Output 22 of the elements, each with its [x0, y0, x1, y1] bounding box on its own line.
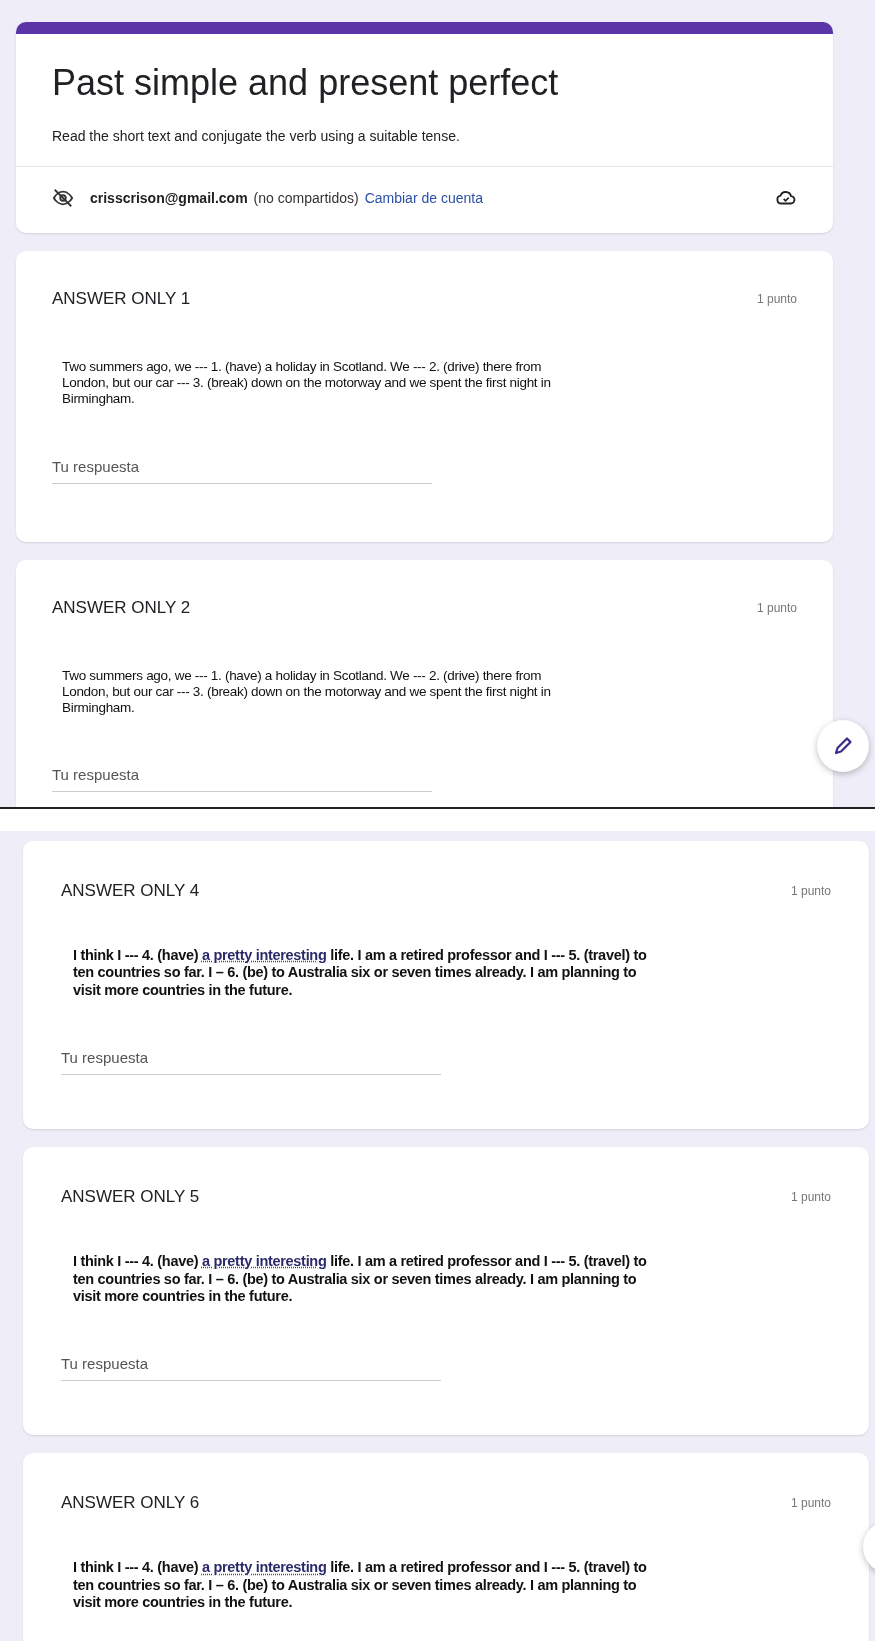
form-description: Read the short text and conjugate the verb using a suitable tense.: [16, 118, 833, 167]
question-title: ANSWER ONLY 5: [61, 1187, 200, 1208]
points-label: 1 punto: [790, 1190, 831, 1205]
form-title: Past simple and present perfect: [51, 61, 560, 105]
question-title: ANSWER ONLY 4: [61, 881, 200, 901]
points-label: 1 punto: [790, 1496, 831, 1511]
passage-text: Two summers ago, we --- 1. (have) a holiday in Scotland. We --- 2. (drive) there from London, but our car --- 3. (break) down on the motorway and we spent the first night in Birmingham.: [62, 359, 552, 408]
question-title: ANSWER ONLY 2: [52, 597, 191, 618]
passage-text: I think I --- 4. (have) a pretty interesting life. I am a retired professor and I --- 5. (travel) to ten countries so far. I – 6. (be) to Australia six or seven times already. I am planning to visit more countries in the future.: [73, 1559, 648, 1612]
question-title: ANSWER ONLY 6: [61, 1493, 200, 1514]
passage-text: Two summers ago, we --- 1. (have) a holiday in Scotland. We --- 2. (drive) there from London, but our car --- 3. (break) down on the motorway and we spent the first night in Birmingham.: [62, 667, 552, 717]
edit-button[interactable]: [817, 720, 869, 772]
switch-account-link[interactable]: Cambiar de cuenta: [364, 190, 483, 206]
eye-off-icon: [52, 187, 74, 209]
question-title: ANSWER ONLY 1: [52, 289, 191, 309]
sharing-note: (no compartidos): [253, 190, 359, 206]
passage-text: I think I --- 4. (have) a pretty interesting life. I am a retired professor and I --- 5. (travel) to ten countries so far. I – 6. (be) to Australia six or seven times already. I am planning to visit more countries in the future.: [73, 947, 648, 1000]
points-label: 1 punto: [756, 600, 797, 615]
account-email: crisscrison@gmail.com: [90, 190, 248, 206]
passage-text: I think I --- 4. (have) a pretty interesting life. I am a retired professor and I --- 5. (travel) to ten countries so far. I – 6. (be) to Australia six or seven times already. I am planning to visit more countries in the future.: [73, 1253, 648, 1306]
points-label: 1 punto: [790, 884, 831, 898]
points-label: 1 punto: [756, 292, 797, 306]
